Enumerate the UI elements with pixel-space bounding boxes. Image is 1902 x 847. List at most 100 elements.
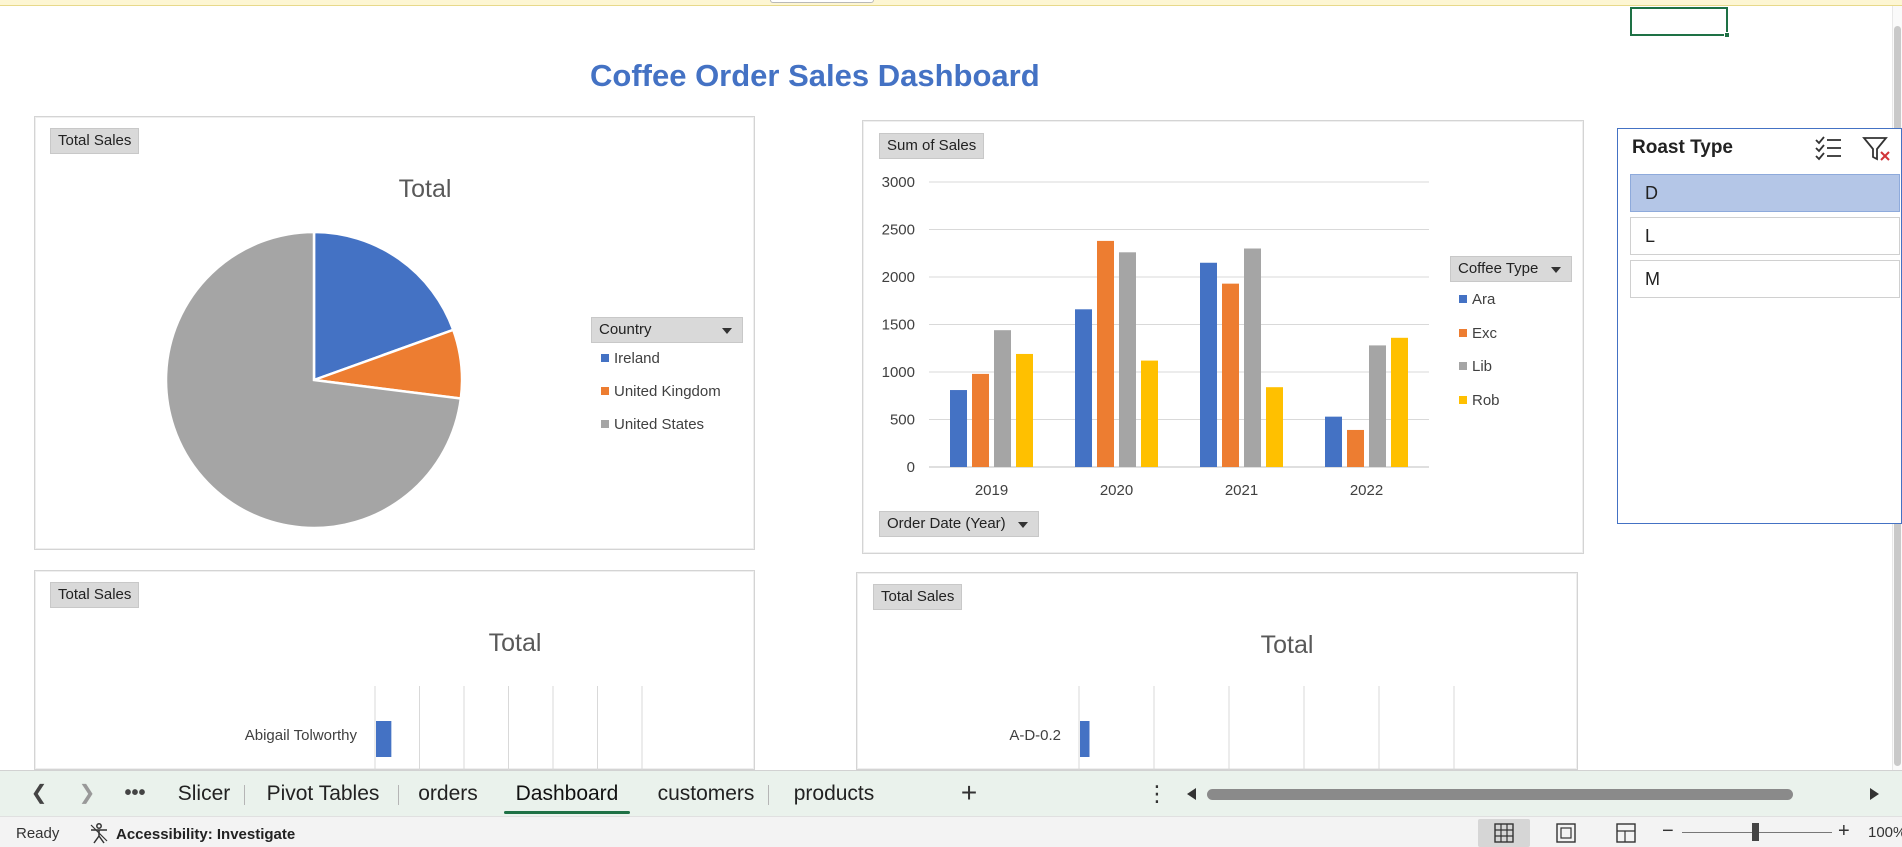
legend-swatch [601,420,609,428]
customer-bar-chart: Abigail Tolworthy [245,686,643,771]
bar-ara-2022[interactable] [1325,416,1342,467]
horizontal-scrollbar[interactable] [1183,785,1883,803]
bar-rob-2019[interactable] [1016,353,1033,467]
bar-ara-2020[interactable] [1075,309,1092,467]
tab-options-icon[interactable]: ⋮ [1146,781,1168,809]
y-tick-label: 0 [907,459,915,476]
tab-label: orders [418,782,478,805]
tab-label: Dashboard [515,782,619,805]
y-tick-label: 500 [890,412,915,429]
more-sheets-button[interactable]: ••• [120,781,150,807]
legend-label: Rob [1472,391,1500,409]
horizontal-scroll-thumb[interactable] [1207,789,1793,800]
page-layout-view-button[interactable] [1540,819,1592,847]
legend-swatch [601,387,609,395]
bar-lib-2021[interactable] [1244,248,1261,468]
bar-ara-2021[interactable] [1200,262,1217,467]
accessibility-status[interactable]: Accessibility: Investigate [88,822,295,844]
page-break-icon [1616,823,1636,843]
accessibility-label: Accessibility: Investigate [116,826,296,843]
x-tick-label: 2021 [1225,482,1258,499]
order-date-year-field-button[interactable]: Order Date (Year) [879,511,1039,537]
zoom-out-button[interactable]: − [1662,820,1674,843]
coffee-type-field-button[interactable]: Coffee Type [1450,256,1572,282]
legend-swatch [1459,395,1467,404]
y-tick-label: 2000 [882,269,915,286]
pie-chart-panel[interactable]: Total Sales Total Country Ireland United … [34,116,755,550]
x-tick-label: 2020 [1100,482,1133,499]
bar-rob-2021[interactable] [1266,387,1283,467]
legend-label: United States [614,416,705,433]
page-break-view-button[interactable] [1600,819,1652,847]
bar-lib-2020[interactable] [1119,252,1136,467]
bar-lib-2019[interactable] [994,330,1011,467]
legend-label: Exc [1472,324,1498,342]
category-label: Abigail Tolworthy [245,727,358,744]
active-tab-underline [504,811,630,814]
accessibility-icon [90,823,108,844]
legend-swatch [1459,295,1467,303]
bar-exc-2022[interactable] [1347,429,1364,467]
bar-legend-item-rob[interactable]: Rob [1459,392,1500,409]
slicer-item-m[interactable]: M [1630,260,1900,298]
message-bar-button[interactable] [770,0,874,3]
tab-label: Pivot Tables [266,782,380,805]
bar-legend-item-ara[interactable]: Ara [1459,291,1495,308]
status-bar: Ready Accessibility: Investigate − + 100… [0,816,1902,847]
clear-filter-icon[interactable] [1862,135,1892,165]
tab-label: Slicer [177,782,231,805]
scroll-left-icon[interactable] [1187,788,1196,800]
pie-legend-item-united-states[interactable]: United States [601,416,704,433]
tab-dashboard[interactable]: Dashboard [498,779,636,814]
y-tick-label: 1000 [882,364,915,381]
product-chart-panel[interactable]: Total Sales Total A-D-0.2 [856,572,1578,771]
y-tick-label: 1500 [882,317,915,334]
zoom-level[interactable]: 100% [1868,824,1902,841]
multi-select-icon[interactable] [1814,135,1844,165]
bar-exc-2019[interactable] [972,373,989,467]
tab-orders[interactable]: orders [402,779,494,811]
tab-label: products [793,782,875,805]
customer-chart-panel[interactable]: Total Sales Total Abigail Tolworthy [34,570,755,771]
slicer-item-d[interactable]: D [1630,174,1900,212]
roast-type-slicer[interactable]: Roast Type DLM [1617,128,1902,524]
tab-customers[interactable]: customers [644,779,769,811]
y-tick-label: 3000 [882,174,915,191]
bar-rob-2022[interactable] [1391,337,1408,467]
tab-label: customers [657,782,755,805]
sheet-tab-bar: ❮ ❯ ••• Slicer Pivot Tables orders Dashboar… [0,770,1902,816]
legend-label: Ireland [614,350,660,367]
zoom-slider-thumb[interactable] [1752,823,1759,841]
dashboard-title: Coffee Order Sales Dashboard [590,58,1040,93]
bar-rob-2020[interactable] [1141,360,1158,467]
legend-swatch [1459,362,1467,370]
tab-slicer[interactable]: Slicer [164,779,245,811]
country-field-button[interactable]: Country [591,317,743,343]
x-tick-label: 2022 [1350,482,1383,499]
pie-legend-item-united-kingdom[interactable]: United Kingdom [601,383,721,400]
prev-sheet-icon[interactable]: ❮ [24,781,54,807]
add-sheet-button[interactable]: + [953,779,985,809]
bar-legend-item-exc[interactable]: Exc [1459,325,1497,342]
bar-ara-2019[interactable] [950,390,967,467]
bar-exc-2021[interactable] [1222,283,1239,467]
scroll-right-icon[interactable] [1870,788,1879,800]
normal-view-button[interactable] [1478,819,1530,847]
slicer-item-l[interactable]: L [1630,217,1900,255]
zoom-in-button[interactable]: + [1838,820,1850,843]
bar-a-d-0-2[interactable] [1080,721,1090,757]
bar-lib-2022[interactable] [1369,345,1386,467]
selected-cell[interactable] [1630,7,1730,38]
bar-legend-item-lib[interactable]: Lib [1459,358,1492,375]
tab-products[interactable]: products [772,779,896,811]
bar-abigail-tolworthy[interactable] [376,721,392,757]
tab-pivot-tables[interactable]: Pivot Tables [248,779,399,811]
bar-exc-2020[interactable] [1097,240,1114,467]
legend-label: Lib [1472,358,1493,375]
legend-swatch [601,354,609,362]
pie-legend-item-ireland[interactable]: Ireland [601,350,660,367]
bar-chart-panel[interactable]: Sum of Sales 0 500 1000 1500 2000 2500 3000 201… [862,120,1584,554]
y-tick-label: 2500 [882,222,915,239]
next-sheet-icon[interactable]: ❯ [72,781,102,807]
fill-handle[interactable] [1724,32,1730,38]
